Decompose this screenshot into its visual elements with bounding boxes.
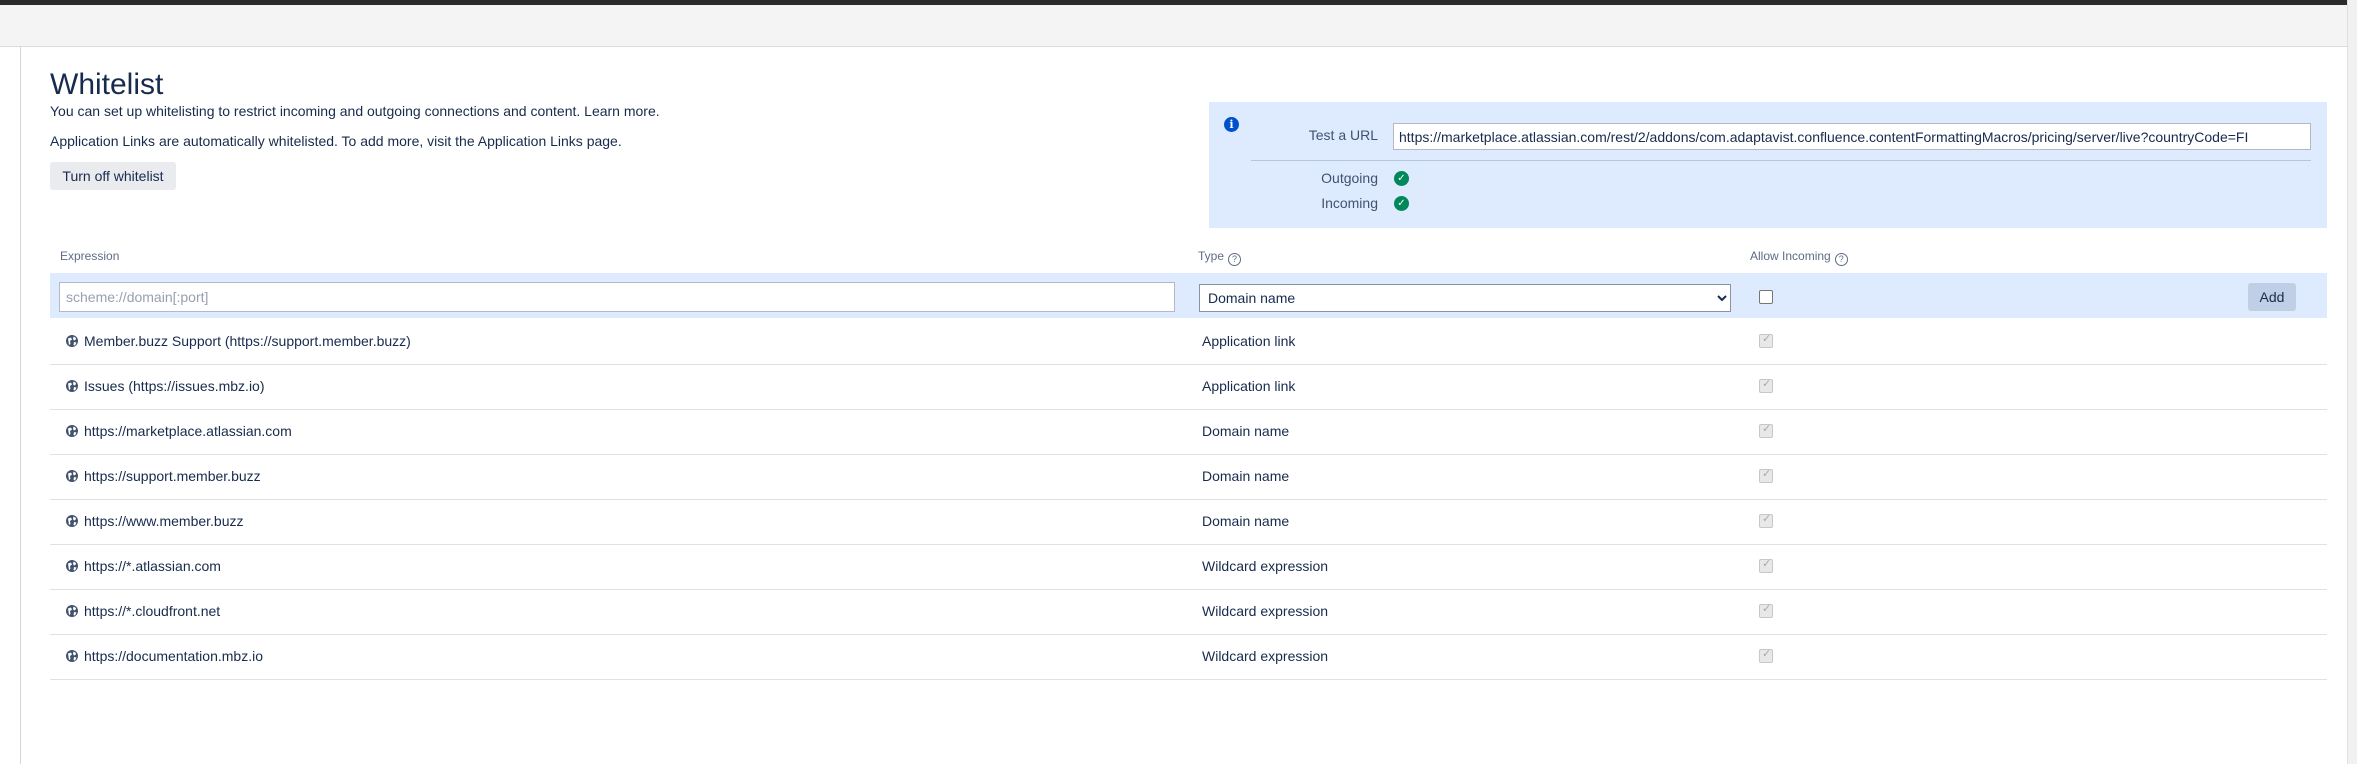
allow-incoming-help-icon[interactable]: ? xyxy=(1834,253,1848,266)
outgoing-check-icon: ✓ xyxy=(1394,171,1409,186)
row-type: Domain name xyxy=(1202,468,1290,484)
row-allow-incoming-checkbox xyxy=(1759,557,1773,573)
globe-icon xyxy=(66,380,78,392)
row-type: Application link xyxy=(1202,378,1296,394)
row-allow-incoming-checkbox xyxy=(1759,512,1773,528)
row-allow-incoming-checkbox xyxy=(1759,422,1773,438)
row-expression: https://*.atlassian.com xyxy=(84,558,221,574)
row-allow-incoming-checkbox xyxy=(1759,377,1773,393)
row-expression: https://www.member.buzz xyxy=(84,513,244,529)
globe-icon xyxy=(66,425,78,437)
row-allow-incoming-checkbox xyxy=(1759,602,1773,618)
globe-icon xyxy=(66,335,78,347)
row-expression: https://support.member.buzz xyxy=(84,468,261,484)
table-row: Issues (https://issues.mbz.io) Applicati… xyxy=(50,365,2327,410)
table-row: https://documentation.mbz.io Wildcard ex… xyxy=(50,635,2327,680)
allow-incoming-checkbox[interactable] xyxy=(1759,290,1773,304)
application-links-description: Application Links are automatically whit… xyxy=(50,132,622,150)
turn-off-whitelist-button[interactable]: Turn off whitelist xyxy=(50,162,176,190)
globe-icon xyxy=(66,650,78,662)
row-expression: https://marketplace.atlassian.com xyxy=(84,423,292,439)
outgoing-label: Outgoing xyxy=(1321,170,1378,186)
row-expression: Member.buzz Support (https://support.mem… xyxy=(84,333,411,349)
learn-more-link[interactable]: Learn more. xyxy=(584,103,659,119)
globe-icon xyxy=(66,605,78,617)
app-links-prefix: Application Links are automatically whit… xyxy=(50,133,475,149)
incoming-label: Incoming xyxy=(1321,195,1378,211)
page-title: Whitelist xyxy=(50,68,164,101)
whitelist-description: You can set up whitelisting to restrict … xyxy=(50,102,660,120)
table-row: https://marketplace.atlassian.com Domain… xyxy=(50,410,2327,455)
test-panel-divider xyxy=(1251,160,2311,161)
row-type: Wildcard expression xyxy=(1202,648,1329,664)
header-type: Type? xyxy=(1198,249,1242,266)
globe-icon xyxy=(66,515,78,527)
app-links-suffix: page. xyxy=(586,133,622,149)
header-allow-incoming-label: Allow Incoming xyxy=(1750,249,1831,263)
table-row: https://*.cloudfront.net Wildcard expres… xyxy=(50,590,2327,635)
header-expression: Expression xyxy=(60,249,120,263)
globe-icon xyxy=(66,560,78,572)
info-icon: i xyxy=(1224,117,1239,132)
row-allow-incoming-checkbox xyxy=(1759,467,1773,483)
row-allow-incoming-checkbox xyxy=(1759,647,1773,663)
header-type-label: Type xyxy=(1198,249,1225,263)
row-allow-incoming-checkbox xyxy=(1759,332,1773,348)
table-row: https://*.atlassian.com Wildcard express… xyxy=(50,545,2327,590)
header-allow-incoming: Allow Incoming? xyxy=(1750,249,1848,266)
add-button[interactable]: Add xyxy=(2248,283,2296,311)
table-row: https://www.member.buzz Domain name xyxy=(50,500,2327,545)
table-row: https://support.member.buzz Domain name xyxy=(50,455,2327,500)
type-help-icon[interactable]: ? xyxy=(1228,253,1242,266)
expression-input[interactable] xyxy=(59,282,1175,312)
page-scrollbar[interactable] xyxy=(2347,0,2357,764)
globe-icon xyxy=(66,470,78,482)
row-type: Application link xyxy=(1202,333,1296,349)
test-url-label: Test a URL xyxy=(1308,127,1378,143)
table-row: Member.buzz Support (https://support.mem… xyxy=(50,320,2327,365)
header-bar xyxy=(0,5,2357,47)
incoming-check-icon: ✓ xyxy=(1394,196,1409,211)
row-type: Domain name xyxy=(1202,513,1290,529)
application-links-link[interactable]: Application Links xyxy=(478,133,583,149)
row-expression: https://*.cloudfront.net xyxy=(84,603,221,619)
row-type: Wildcard expression xyxy=(1202,603,1329,619)
row-expression: https://documentation.mbz.io xyxy=(84,648,263,664)
type-select[interactable]: Domain name xyxy=(1199,284,1731,312)
row-type: Wildcard expression xyxy=(1202,558,1329,574)
row-type: Domain name xyxy=(1202,423,1290,439)
sidebar-divider xyxy=(20,47,21,764)
description-text: You can set up whitelisting to restrict … xyxy=(50,103,581,119)
test-url-input[interactable] xyxy=(1393,123,2311,150)
row-expression: Issues (https://issues.mbz.io) xyxy=(84,378,265,394)
